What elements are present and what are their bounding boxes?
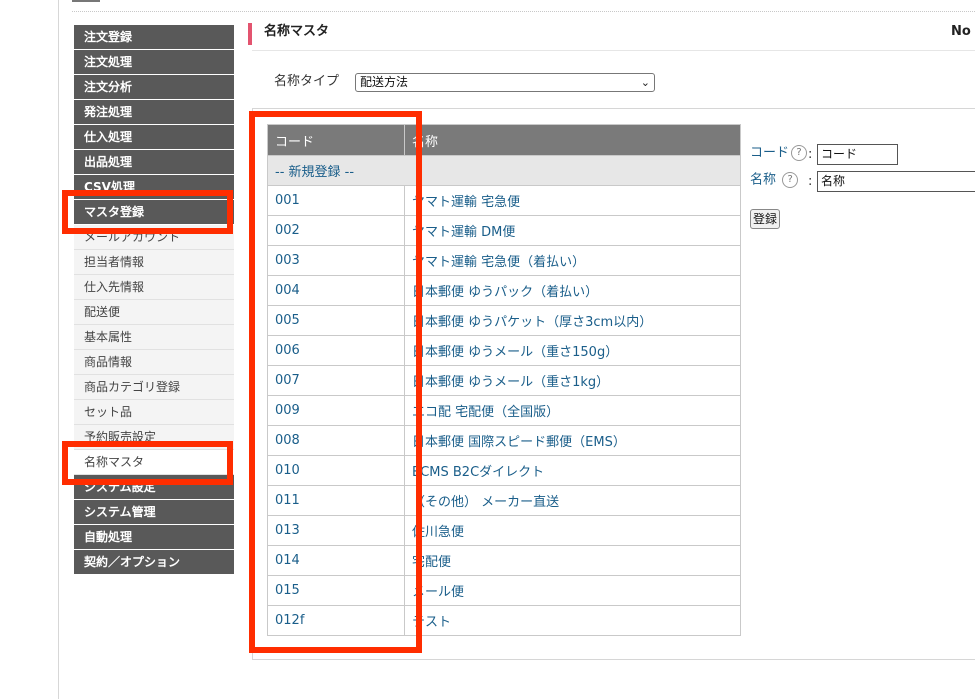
name-label-text: 名称: [750, 172, 777, 188]
sidebar: 注文登録 注文処理 注文分析 発注処理 仕入処理 出品処理 CSV処理 マスタ登録 メールアカウ…: [74, 25, 234, 575]
name-field-label: 名称 ?: [750, 172, 799, 189]
name-cell[interactable]: 宅配便: [404, 545, 741, 576]
column-header-name: 名称: [404, 124, 741, 156]
name-type-select[interactable]: 配送方法 ⌄: [355, 73, 655, 92]
sidebar-item[interactable]: 注文分析: [74, 75, 234, 100]
highlight-box-code-column: [249, 111, 422, 653]
sidebar-item[interactable]: 基本属性: [74, 325, 234, 350]
name-cell[interactable]: 日本郵便 ゆうメール（重さ1kg）: [404, 365, 741, 396]
page-left-border: [58, 0, 59, 699]
sidebar-item[interactable]: 注文処理: [74, 50, 234, 75]
code-colon: :: [808, 147, 813, 162]
title-accent-bar: [248, 23, 252, 45]
sidebar-item[interactable]: 仕入先情報: [74, 275, 234, 300]
name-cell[interactable]: 日本郵便 ゆうパック（着払い）: [404, 275, 741, 306]
sidebar-item[interactable]: 仕入処理: [74, 125, 234, 150]
top-bar: [72, 0, 100, 2]
sidebar-item[interactable]: 商品カテゴリ登録: [74, 375, 234, 400]
sidebar-item[interactable]: 出品処理: [74, 150, 234, 175]
page-title: 名称マスタ: [264, 24, 330, 39]
name-type-label: 名称タイプ: [274, 74, 340, 89]
name-cell[interactable]: （その他） メーカー直送: [404, 485, 741, 516]
header-divider: [252, 50, 975, 51]
name-cell[interactable]: ECMS B2Cダイレクト: [404, 455, 741, 486]
help-icon[interactable]: ?: [782, 172, 799, 188]
name-type-selected-value: 配送方法: [360, 75, 409, 89]
sidebar-item[interactable]: 発注処理: [74, 100, 234, 125]
name-cell[interactable]: エコ配 宅配便（全国版）: [404, 395, 741, 426]
sidebar-item[interactable]: 配送便: [74, 300, 234, 325]
name-cell[interactable]: ヤマト運輸 宅急便: [404, 185, 741, 216]
name-input[interactable]: 名称: [817, 171, 975, 192]
name-cell[interactable]: 日本郵便 ゆうパケット（厚さ3cm以内）: [404, 305, 741, 336]
code-field-label: コード?: [750, 145, 808, 162]
name-cell[interactable]: メール便: [404, 575, 741, 606]
code-label-text: コード: [750, 145, 790, 161]
sidebar-item[interactable]: 契約／オプション: [74, 550, 234, 575]
help-icon[interactable]: ?: [791, 145, 808, 161]
name-colon: :: [808, 174, 813, 189]
name-cell[interactable]: ヤマト運輸 宅急便（着払い）: [404, 245, 741, 276]
chevron-down-icon: ⌄: [640, 76, 650, 89]
name-cell[interactable]: ヤマト運輸 DM便: [404, 215, 741, 246]
sidebar-item[interactable]: 注文登録: [74, 25, 234, 50]
highlight-box-master-registration: [62, 190, 233, 234]
sidebar-item[interactable]: 商品情報: [74, 350, 234, 375]
sidebar-item[interactable]: セット品: [74, 400, 234, 425]
name-cell[interactable]: 日本郵便 ゆうメール（重さ150g）: [404, 335, 741, 366]
top-divider: [72, 11, 975, 12]
code-input[interactable]: コード: [817, 144, 898, 165]
name-cell[interactable]: テスト: [404, 605, 741, 636]
name-cell[interactable]: 佐川急便: [404, 515, 741, 546]
sidebar-item[interactable]: システム管理: [74, 500, 234, 525]
name-cell[interactable]: 日本郵便 国際スピード郵便（EMS）: [404, 425, 741, 456]
sidebar-item[interactable]: 担当者情報: [74, 250, 234, 275]
register-button[interactable]: 登録: [750, 209, 780, 229]
sidebar-item[interactable]: 自動処理: [74, 525, 234, 550]
header-right-text: No: [951, 24, 971, 39]
highlight-box-name-master: [62, 441, 233, 485]
